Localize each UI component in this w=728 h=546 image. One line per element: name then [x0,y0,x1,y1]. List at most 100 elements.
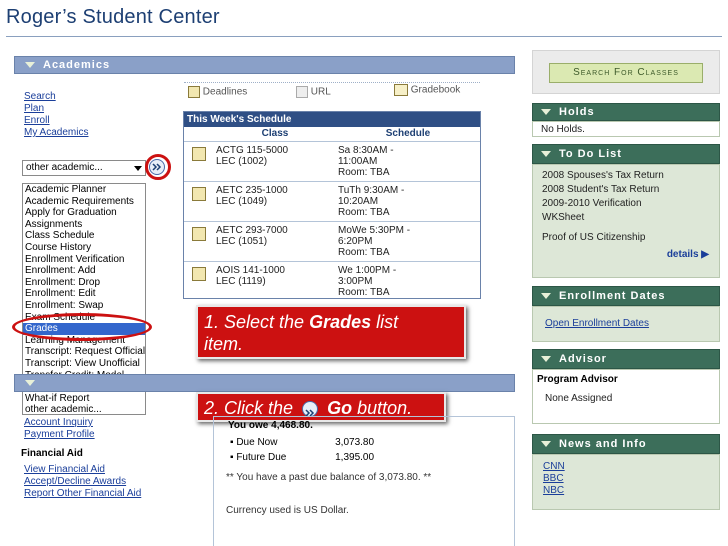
todo-item: Proof of US Citizenship [542,232,646,243]
search-for-classes-button[interactable]: Search For Classes [549,63,703,83]
collapse-triangle-icon [541,293,551,299]
my-academics-link[interactable]: My Academics [24,127,88,139]
tab-gradebook-label: Gradebook [410,84,461,96]
bbc-link[interactable]: BBC [543,473,719,485]
listbox-option[interactable]: Academic Planner [23,184,145,196]
schedule-time: Sa 8:30AM - [338,144,394,156]
report-other-financial-aid-link[interactable]: Report Other Financial Aid [24,488,141,500]
todo-header[interactable]: To Do List [532,144,720,164]
schedule-time: TuTh 9:30AM - [338,184,405,196]
class-section: LEC (1119) [216,275,266,287]
tab-row-top-line [184,82,480,83]
class-details-icon[interactable] [192,186,206,201]
class-details-icon[interactable] [192,266,206,281]
advisor-value: None Assigned [545,393,613,404]
finances-header[interactable] [14,374,515,392]
class-section: LEC (1051) [216,235,268,247]
todo-list: 2008 Spouses's Tax Return 2008 Student's… [542,169,664,245]
class-cell: AETC 235-1000 LEC (1049) [214,180,336,221]
news-panel: CNN BBC NBC [532,454,720,510]
academic-select-value: other academic... [26,162,103,173]
collapse-triangle-icon [541,441,551,447]
news-header[interactable]: News and Info [532,434,720,454]
news-header-label: News and Info [559,438,647,450]
triangle-right-icon: ▶ [701,249,709,260]
listbox-option[interactable]: Enrollment Verification [23,254,145,266]
academics-header[interactable]: Academics [14,56,515,74]
holds-header-label: Holds [559,106,595,118]
accept-decline-awards-link[interactable]: Accept/Decline Awards [24,476,141,488]
holds-header[interactable]: Holds [532,103,720,121]
tab-deadlines[interactable]: Deadlines [188,86,247,98]
listbox-option[interactable]: Enrollment: Edit [23,288,145,300]
listbox-option[interactable]: Academic Requirements [23,196,145,208]
callout1-text-post: list [371,312,399,332]
currency-text: Currency used is US Dollar. [226,505,349,516]
search-link[interactable]: Search [24,91,88,103]
listbox-option[interactable]: Transcript: Request Official [23,346,145,358]
due-now-label: Due Now [236,437,278,448]
cnn-link[interactable]: CNN [543,461,719,473]
academic-select[interactable]: other academic... [22,160,146,176]
listbox-option[interactable]: Class Schedule [23,230,145,242]
todo-item: WKSheet [542,212,585,223]
tab-gradebook[interactable]: Gradebook [394,84,460,96]
class-icon-cell [184,220,214,261]
payment-profile-link[interactable]: Payment Profile [24,429,95,441]
advisor-panel: Program Advisor None Assigned [532,369,720,424]
schedule-cell: We 1:00PM -3:00PM Room: TBA [336,260,480,301]
details-link[interactable]: details ▶ [667,249,709,260]
enrollment-dates-header[interactable]: Enrollment Dates [532,286,720,306]
past-due-text: ** You have a past due balance of 3,073.… [226,472,432,483]
listbox-option[interactable]: Transcript: View Unofficial [23,358,145,370]
listbox-option[interactable]: Enrollment: Add [23,265,145,277]
listbox-option[interactable]: Assignments [23,219,145,231]
listbox-option[interactable]: other academic... [23,404,145,414]
nbc-link[interactable]: NBC [543,485,719,497]
page-title: Roger’s Student Center [6,6,220,28]
academics-links: Search Plan Enroll My Academics [24,91,88,139]
listbox-option[interactable]: Apply for Graduation [23,207,145,219]
schedule-row: AOIS 141-1000 LEC (1119) We 1:00PM -3:00PM… [184,260,480,301]
class-col-header: Class [214,127,336,142]
academics-header-label: Academics [43,59,111,71]
go-button[interactable] [149,159,165,175]
callout-select-grades: 1. Select the Grades list item. [196,305,466,359]
enroll-link[interactable]: Enroll [24,115,88,127]
due-now-row: ▪ Due Now 3,073.80 [230,437,374,448]
listbox-option[interactable]: Enrollment: Drop [23,277,145,289]
listbox-option[interactable]: What-if Report [23,393,145,405]
details-label: details [666,249,699,260]
enrollment-dates-panel: Open Enrollment Dates [532,306,720,342]
collapse-triangle-icon [541,109,551,115]
go-button-icon [302,401,319,418]
bullet-icon: ▪ [230,437,234,448]
tab-row: Deadlines URL Gradebook [184,82,480,104]
schedule-header: This Week's Schedule [184,112,480,127]
open-enrollment-dates-link[interactable]: Open Enrollment Dates [545,318,719,329]
schedule-room: Room: TBA [338,206,390,218]
aid-links: View Financial Aid Accept/Decline Awards… [24,464,141,500]
advisor-header[interactable]: Advisor [532,349,720,369]
class-code: ACTG 115-5000 [216,144,289,156]
class-details-icon[interactable] [192,146,206,161]
view-financial-aid-link[interactable]: View Financial Aid [24,464,141,476]
plan-link[interactable]: Plan [24,103,88,115]
class-icon-cell [184,260,214,301]
schedule-end: 10:20AM [338,195,379,207]
future-due-row: ▪ Future Due 1,395.00 [230,452,374,463]
schedule-col-header: Schedule [336,127,480,142]
callout1-text-line2: item. [204,334,244,354]
listbox-option[interactable]: Course History [23,242,145,254]
callout2-text-pre: 2. Click the [204,398,299,418]
schedule-room: Room: TBA [338,246,390,258]
schedule-row: AETC 235-1000 LEC (1049) TuTh 9:30AM -10:2… [184,180,480,221]
callout1-text-pre: 1. Select the [204,312,310,332]
listbox-option[interactable]: Enrollment: Swap [23,300,145,312]
holds-panel: No Holds. [532,121,720,137]
tab-url[interactable]: URL [296,86,331,98]
class-details-icon[interactable] [192,226,206,241]
schedule-end: 11:00AM [338,155,378,167]
account-inquiry-link[interactable]: Account Inquiry [24,417,95,429]
collapse-triangle-icon [541,151,551,157]
